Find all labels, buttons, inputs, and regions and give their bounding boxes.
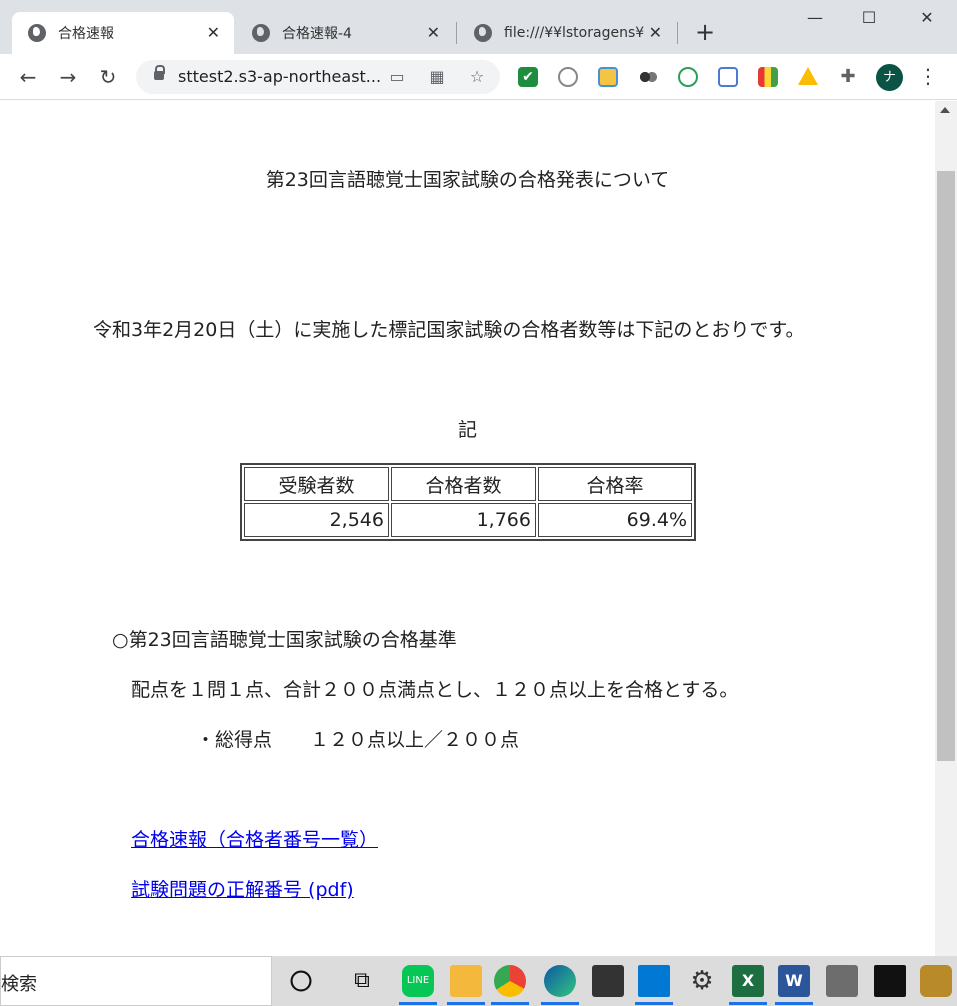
calculator-icon[interactable] bbox=[826, 965, 858, 997]
taskbar-search[interactable]: 検索 bbox=[0, 956, 272, 1006]
ki-heading: 記 bbox=[457, 419, 477, 441]
weather-extension-icon[interactable] bbox=[598, 67, 618, 87]
globe-icon bbox=[28, 24, 46, 42]
table-row: 2,546 1,766 69.4% bbox=[244, 503, 692, 537]
results-table: 受験者数 合格者数 合格率 2,546 1,766 69.4% bbox=[240, 463, 696, 541]
header-examinees: 受験者数 bbox=[244, 467, 389, 501]
tab-file[interactable]: file:///¥¥lstoragens¥ap ✕ bbox=[458, 12, 676, 54]
settings-gear-icon[interactable]: ⚙ bbox=[686, 965, 718, 997]
dots-extension-icon[interactable] bbox=[638, 67, 658, 87]
taskbar: 検索 ⧉ LINE ⚙ X W bbox=[0, 956, 957, 1006]
minimize-button[interactable]: — bbox=[800, 8, 830, 32]
tab-goukaku-sokuhou-4[interactable]: 合格速報-4 ✕ bbox=[236, 12, 454, 54]
table-header-row: 受験者数 合格者数 合格率 bbox=[244, 467, 692, 501]
edge-active-indicator bbox=[541, 1002, 579, 1005]
tab-separator bbox=[677, 22, 678, 44]
vertical-scrollbar[interactable] bbox=[935, 101, 957, 956]
maximize-button[interactable]: ☐ bbox=[854, 8, 884, 32]
back-icon[interactable]: ← bbox=[15, 64, 41, 90]
tab-title: 合格速報 bbox=[58, 26, 114, 42]
new-tab-button[interactable]: + bbox=[693, 18, 717, 46]
scroll-up-arrow-icon[interactable] bbox=[940, 107, 950, 113]
checkmark-extension-icon[interactable]: ✔ bbox=[518, 67, 538, 87]
bookmark-star-icon[interactable]: ☆ bbox=[468, 68, 486, 86]
file-explorer-icon[interactable] bbox=[450, 965, 482, 997]
menu-kebab-icon[interactable]: ⋮ bbox=[918, 64, 938, 88]
passers-list-link[interactable]: 合格速報（合格者番号一覧） bbox=[131, 825, 378, 852]
scroll-thumb[interactable] bbox=[937, 171, 955, 761]
task-view-icon[interactable]: ⧉ bbox=[346, 965, 378, 997]
chrome-icon[interactable] bbox=[494, 965, 526, 997]
criteria-description: 配点を１問１点、合計２００点満点とし、１２０点以上を合格とする。 bbox=[131, 679, 739, 701]
url-text[interactable]: sttest2.s3-ap-northeast... bbox=[178, 67, 381, 86]
value-pass-rate: 69.4% bbox=[538, 503, 692, 537]
excel-icon[interactable]: X bbox=[732, 965, 764, 997]
value-examinees: 2,546 bbox=[244, 503, 389, 537]
value-passers: 1,766 bbox=[391, 503, 536, 537]
sync-extension-icon[interactable] bbox=[718, 67, 738, 87]
close-tab-icon[interactable]: ✕ bbox=[427, 23, 440, 42]
paperclip-extension-icon[interactable] bbox=[678, 67, 698, 87]
edge-icon[interactable] bbox=[544, 965, 576, 997]
close-tab-icon[interactable]: ✕ bbox=[649, 23, 662, 42]
globe-icon bbox=[252, 24, 270, 42]
header-pass-rate: 合格率 bbox=[538, 467, 692, 501]
taskbar-search-label: 検索 bbox=[1, 974, 37, 995]
excel-active-indicator bbox=[729, 1002, 767, 1005]
header-passers: 合格者数 bbox=[391, 467, 536, 501]
page-title: 第23回言語聴覚士国家試験の合格発表について bbox=[265, 169, 670, 191]
address-bar[interactable]: sttest2.s3-ap-northeast... ▭ ▦ ☆ bbox=[136, 60, 500, 94]
page-viewport: 第23回言語聴覚士国家試験の合格発表について 令和3年2月20日（土）に実施した… bbox=[0, 101, 935, 956]
media-player-icon[interactable] bbox=[874, 965, 906, 997]
tab-strip: 合格速報 ✕ 合格速報-4 ✕ file:///¥¥lstoragens¥ap … bbox=[0, 0, 957, 54]
tab-title: 合格速報-4 bbox=[282, 26, 352, 42]
qr-code-icon[interactable]: ▦ bbox=[428, 68, 446, 86]
intro-text: 令和3年2月20日（土）に実施した標記国家試験の合格者数等は下記のとおりです。 bbox=[93, 319, 805, 341]
extensions-puzzle-icon[interactable]: ✚ bbox=[838, 67, 858, 87]
color-grid-extension-icon[interactable] bbox=[758, 67, 778, 87]
profile-avatar[interactable]: ナ bbox=[876, 64, 903, 91]
globe-icon bbox=[474, 24, 492, 42]
tab-title: file:///¥¥lstoragens¥ap bbox=[504, 25, 644, 41]
store-icon[interactable] bbox=[592, 965, 624, 997]
close-tab-icon[interactable]: ✕ bbox=[207, 23, 220, 42]
answers-pdf-link[interactable]: 試験問題の正解番号 (pdf) bbox=[131, 875, 354, 902]
line-app-icon[interactable]: LINE bbox=[402, 965, 434, 997]
tab-goukaku-sokuhou[interactable]: 合格速報 ✕ bbox=[12, 12, 234, 54]
explorer-active-indicator bbox=[447, 1002, 485, 1005]
app-icon[interactable] bbox=[920, 965, 952, 997]
cast-icon[interactable]: ▭ bbox=[388, 68, 406, 86]
reload-icon[interactable]: ↻ bbox=[95, 64, 121, 90]
close-window-button[interactable]: ✕ bbox=[912, 8, 942, 32]
forward-icon[interactable]: → bbox=[55, 64, 81, 90]
cortana-icon[interactable] bbox=[290, 970, 312, 992]
chrome-active-indicator bbox=[491, 1002, 529, 1005]
criteria-heading: ○第23回言語聴覚士国家試験の合格基準 bbox=[112, 629, 457, 651]
google-drive-icon[interactable] bbox=[798, 67, 818, 85]
mail-icon[interactable] bbox=[638, 965, 670, 997]
word-active-indicator bbox=[775, 1002, 813, 1005]
browser-toolbar: ← → ↻ sttest2.s3-ap-northeast... ▭ ▦ ☆ ✔… bbox=[0, 54, 957, 100]
lock-icon[interactable] bbox=[154, 65, 165, 80]
circle-extension-icon[interactable] bbox=[558, 67, 578, 87]
line-active-indicator bbox=[399, 1002, 437, 1005]
mail-active-indicator bbox=[635, 1002, 673, 1005]
criteria-item: ・総得点 １２０点以上／２００点 bbox=[196, 729, 520, 751]
word-icon[interactable]: W bbox=[778, 965, 810, 997]
tab-separator bbox=[456, 22, 457, 44]
